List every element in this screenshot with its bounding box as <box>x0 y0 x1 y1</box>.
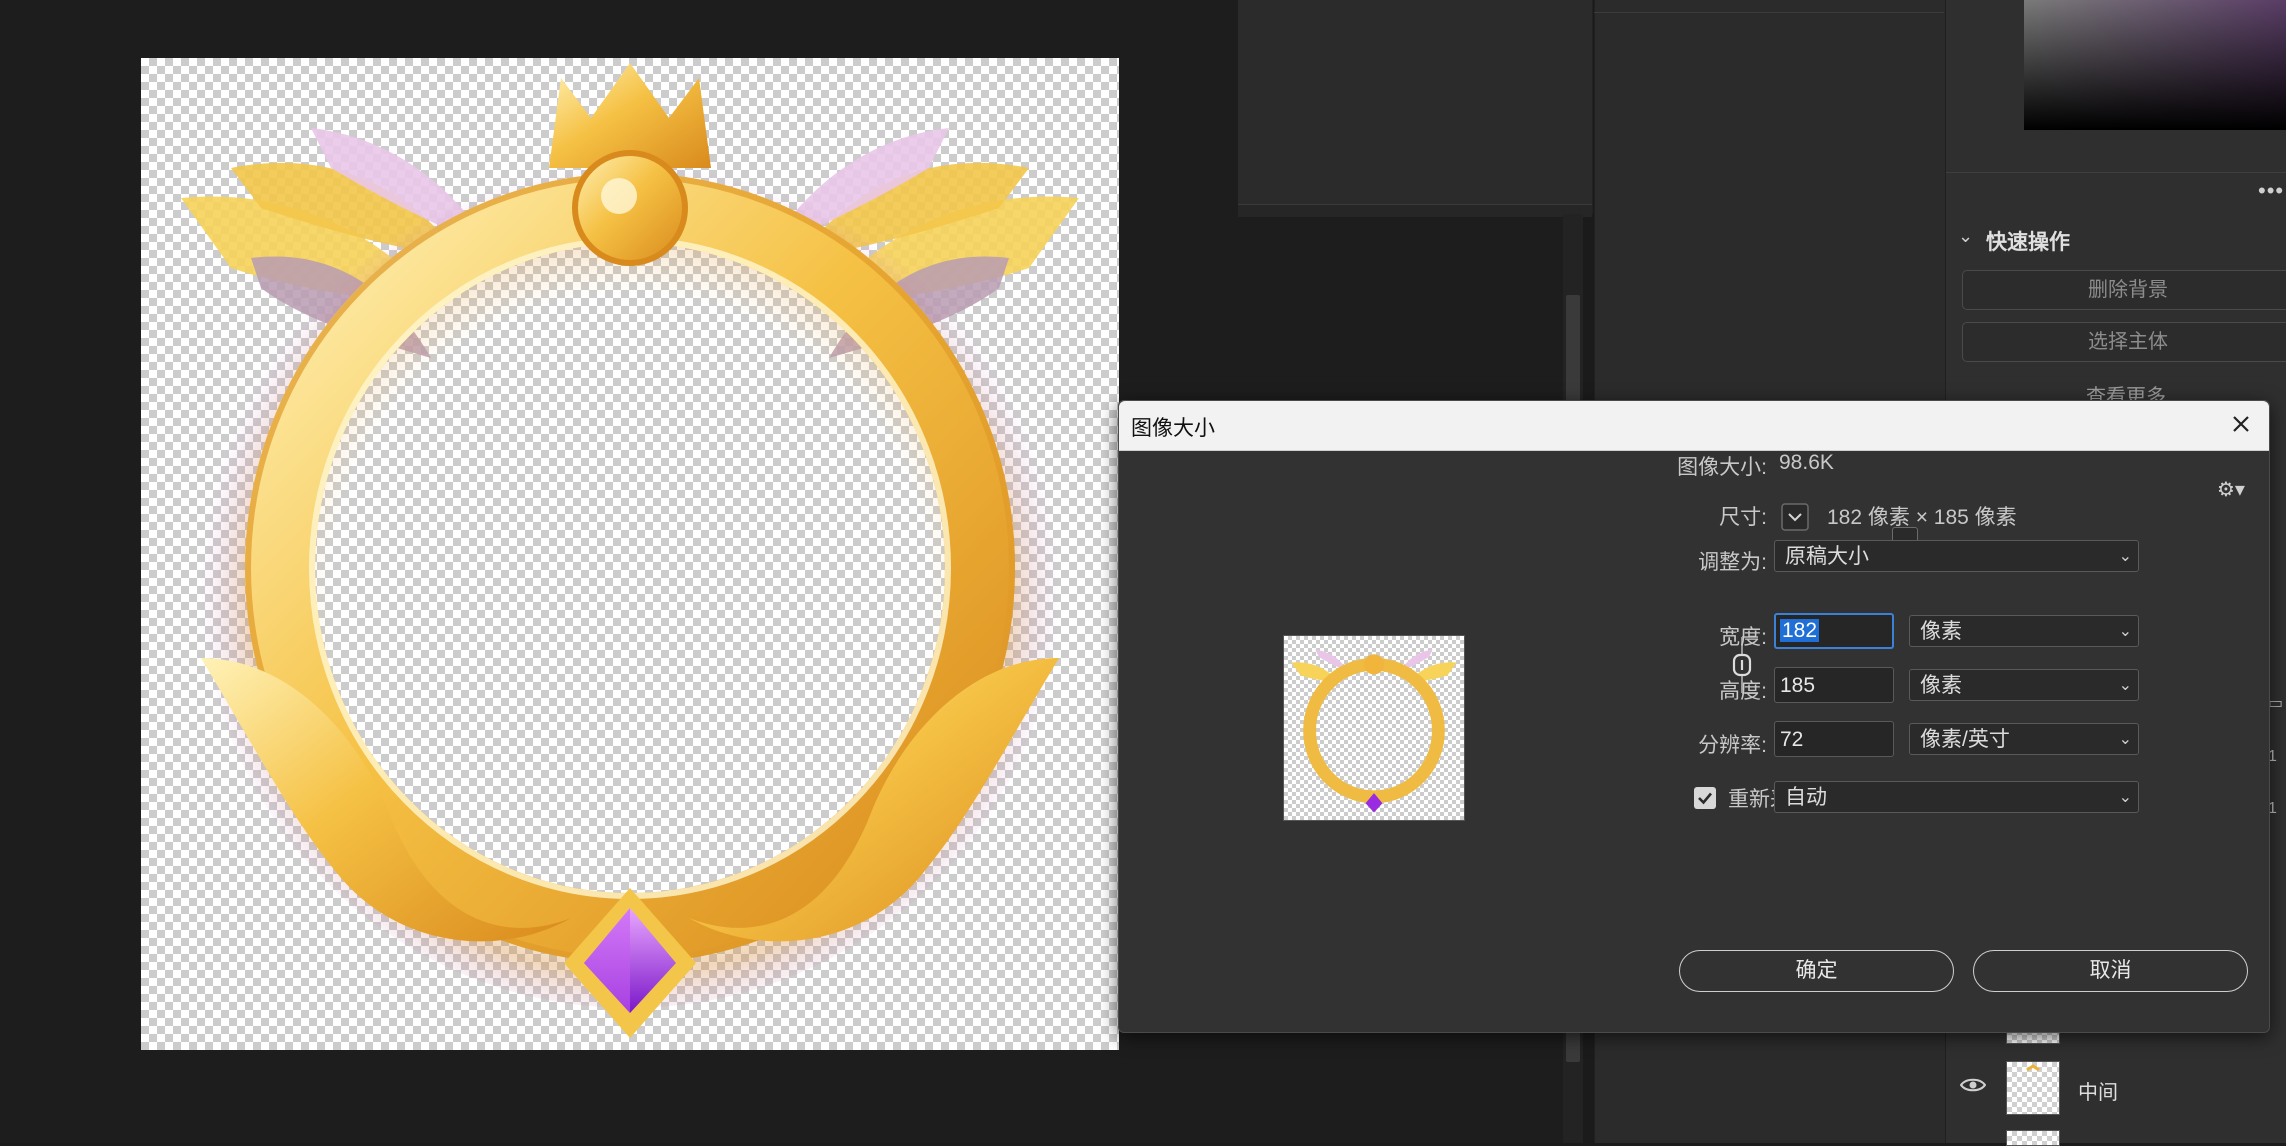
panel-divider-strip <box>1238 204 1592 217</box>
avatar-frame-artwork <box>181 63 1079 1038</box>
layer-thumbnail[interactable] <box>2006 1061 2060 1115</box>
height-input[interactable]: 185 <box>1774 667 1894 703</box>
color-picker-field[interactable] <box>2024 0 2286 130</box>
resolution-label: 分辨率: <box>1698 734 1767 757</box>
height-value: 185 <box>1780 674 1816 697</box>
fit-to-select[interactable]: 原稿大小 ⌄ <box>1774 540 2139 572</box>
chevron-down-icon: ⌄ <box>2118 789 2132 806</box>
panel-icon-fragment[interactable]: ▭ <box>2268 693 2283 713</box>
ok-button[interactable]: 确定 <box>1679 950 1954 992</box>
cancel-button[interactable]: 取消 <box>1973 950 2248 992</box>
width-value: 182 <box>1780 619 1820 642</box>
eye-icon[interactable] <box>1960 1077 1986 1093</box>
height-unit-select[interactable]: 像素 ⌄ <box>1909 669 2139 701</box>
fit-to-value: 原稿大小 <box>1785 545 1869 568</box>
dialog-title: 图像大小 <box>1131 417 1215 440</box>
preview-artwork <box>1291 649 1457 813</box>
image-preview[interactable] <box>1283 635 1465 821</box>
resample-method-value: 自动 <box>1785 786 1827 809</box>
width-unit-value: 像素 <box>1920 620 1962 643</box>
resolution-unit-value: 像素/英寸 <box>1920 728 2010 751</box>
fit-to-label: 调整为: <box>1698 551 1767 574</box>
chevron-down-icon: ⌄ <box>2118 623 2132 640</box>
chevron-down-icon: ⌄ <box>2118 731 2132 748</box>
image-size-value: 98.6K <box>1779 451 1834 474</box>
panel-top-middle <box>1238 0 1593 214</box>
close-icon[interactable] <box>2227 410 2255 438</box>
chevron-down-icon: ⌄ <box>2118 548 2132 565</box>
height-label: 高度: <box>1719 680 1767 703</box>
dialog-titlebar[interactable] <box>1119 401 2269 451</box>
layer-thumbnail[interactable] <box>2006 1130 2060 1146</box>
resolution-unit-select[interactable]: 像素/英寸 ⌄ <box>1909 723 2139 755</box>
panel-divider <box>1594 12 1944 13</box>
dimensions-value: 182 像素 × 185 像素 <box>1827 506 2017 529</box>
select-subject-button[interactable]: 选择主体 <box>1962 322 2286 362</box>
quick-actions-title: 快速操作 <box>1986 231 2070 254</box>
resample-checkbox[interactable] <box>1694 787 1716 809</box>
chevron-down-icon[interactable]: ⌄ <box>1958 226 1973 247</box>
remove-background-button[interactable]: 删除背景 <box>1962 270 2286 310</box>
dimensions-dropdown-icon[interactable] <box>1781 503 1809 531</box>
height-unit-value: 像素 <box>1920 674 1962 697</box>
dimensions-label: 尺寸: <box>1719 506 1767 529</box>
resample-method-select[interactable]: 自动 ⌄ <box>1774 781 2139 813</box>
chevron-down-icon: ⌄ <box>2118 677 2132 694</box>
artboard-image[interactable] <box>141 58 1119 1050</box>
image-size-label: 图像大小: <box>1677 456 1767 479</box>
resolution-value: 72 <box>1780 728 1804 751</box>
width-input[interactable]: 182 <box>1774 613 1894 649</box>
image-size-dialog: 图像大小 图像大小: 98.6K ⚙▾ 尺寸: 182 像素 × 185 像素 … <box>1118 400 2270 1033</box>
layer-name[interactable]: 中间 <box>2078 1076 2118 1105</box>
width-label: 宽度: <box>1719 626 1767 649</box>
panel-divider <box>1946 172 2286 173</box>
more-options-icon[interactable]: ••• <box>2258 178 2284 204</box>
width-unit-select[interactable]: 像素 ⌄ <box>1909 615 2139 647</box>
gear-icon[interactable]: ⚙▾ <box>2217 477 2245 502</box>
resolution-input[interactable]: 72 <box>1774 721 1894 757</box>
